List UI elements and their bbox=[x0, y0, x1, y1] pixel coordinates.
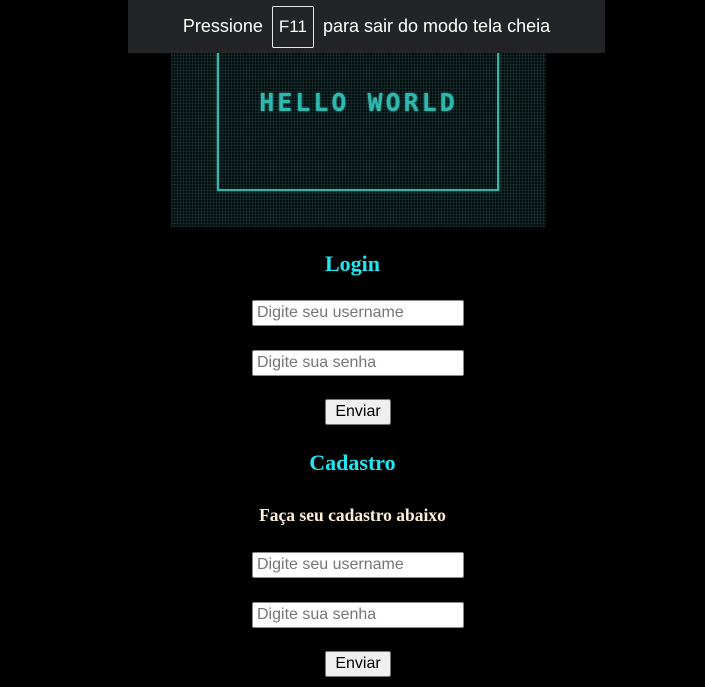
cadastro-subtitle: Faça seu cadastro abaixo bbox=[259, 505, 446, 525]
cadastro-password-input[interactable] bbox=[252, 602, 464, 628]
banner-frame bbox=[217, 50, 499, 191]
banner-text: HELLO WORLD bbox=[259, 88, 458, 117]
login-heading: Login bbox=[324, 251, 381, 276]
cadastro-username-input[interactable] bbox=[252, 552, 464, 578]
cadastro-submit-button[interactable]: Enviar bbox=[325, 651, 391, 677]
cadastro-heading: Cadastro bbox=[309, 450, 396, 475]
login-password-input[interactable] bbox=[252, 350, 464, 376]
fullscreen-exit-toast: Pressione F11 para sair do modo tela che… bbox=[128, 0, 605, 53]
toast-suffix: para sair do modo tela cheia bbox=[322, 16, 551, 36]
toast-prefix: Pressione bbox=[182, 16, 263, 36]
f11-key-badge: F11 bbox=[271, 5, 314, 48]
login-submit-button[interactable]: Enviar bbox=[325, 399, 391, 425]
login-username-input[interactable] bbox=[252, 300, 464, 326]
